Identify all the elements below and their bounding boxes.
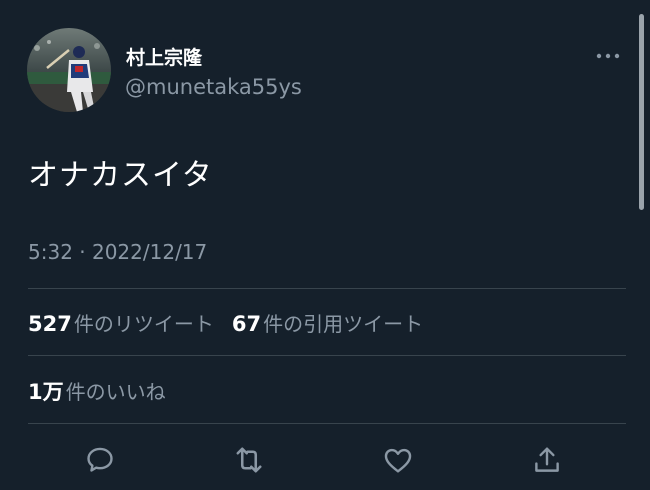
tweet-action-bar <box>0 440 650 480</box>
more-options-button[interactable] <box>593 46 623 66</box>
heart-icon <box>384 448 412 473</box>
ellipsis-icon <box>596 53 620 59</box>
likes-stats-row: 1万 件のいいね <box>28 376 184 406</box>
scrollbar[interactable] <box>639 14 644 210</box>
divider <box>28 288 626 289</box>
retweet-arrows-icon <box>236 447 262 473</box>
quote-stat[interactable]: 67 件の引用ツイート <box>232 308 423 337</box>
tweet-text: オナカスイタ <box>28 158 213 193</box>
quote-count: 67 <box>231 312 262 336</box>
like-count: 1万 <box>28 380 64 404</box>
like-stat[interactable]: 1万 件のいいね <box>28 376 166 406</box>
share-upload-icon <box>535 447 559 472</box>
retweet-button[interactable] <box>229 440 269 480</box>
like-label: 件のいいね <box>65 380 166 404</box>
retweet-count: 527 <box>28 312 72 336</box>
reply-button[interactable] <box>80 440 120 480</box>
avatar[interactable] <box>27 28 111 112</box>
retweet-label: 件のリツイート <box>73 312 214 336</box>
retweet-stat[interactable]: 527 件のリツイート <box>28 308 214 337</box>
tweet-timestamp[interactable]: 5:32 · 2022/12/17 <box>28 240 207 264</box>
profile-photo-icon <box>27 28 111 112</box>
speech-bubble-icon <box>87 447 113 472</box>
display-name[interactable]: 村上宗隆 <box>126 43 202 70</box>
quote-label: 件の引用ツイート <box>263 312 424 336</box>
like-button[interactable] <box>378 440 418 480</box>
divider <box>28 423 626 424</box>
tweet-detail: 村上宗隆 @munetaka55ys オナカスイタ 5:32 · 2022/12… <box>0 0 650 490</box>
divider <box>28 355 626 356</box>
user-handle[interactable]: @munetaka55ys <box>125 75 302 99</box>
engagement-stats-row: 527 件のリツイート 67 件の引用ツイート <box>28 308 441 337</box>
share-button[interactable] <box>527 440 567 480</box>
